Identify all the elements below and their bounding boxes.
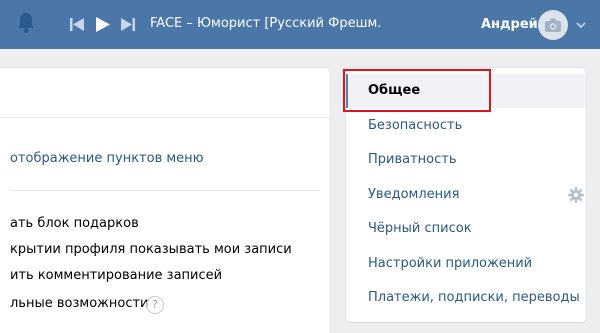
- option-special-features[interactable]: льные возможности: [10, 296, 149, 311]
- avatar[interactable]: [538, 10, 568, 40]
- play-icon[interactable]: [95, 17, 111, 32]
- nav-item-payments[interactable]: Платежи, подписки, переводы: [346, 281, 586, 315]
- highlight-frame: [343, 69, 491, 112]
- gear-icon[interactable]: [568, 187, 584, 203]
- nav-item-app-settings[interactable]: Настройки приложений: [346, 247, 586, 281]
- next-track-icon[interactable]: [121, 17, 135, 32]
- option-closed-profile-posts[interactable]: крытии профиля показывать мои записи: [10, 242, 292, 257]
- menu-display-link[interactable]: отображение пунктов меню: [10, 151, 204, 166]
- nav-item-privacy[interactable]: Приватность: [346, 143, 586, 177]
- camera-icon: [545, 18, 561, 32]
- nav-item-security[interactable]: Безопасность: [346, 109, 586, 143]
- chevron-down-icon[interactable]: [576, 21, 586, 29]
- divider: [10, 190, 320, 191]
- top-header: FACE – Юморист [Русский Фрешм... Андрей: [0, 0, 600, 49]
- nav-item-notifications[interactable]: Уведомления: [346, 178, 586, 212]
- option-disable-comments[interactable]: ить комментирование записей: [10, 268, 222, 283]
- settings-panel: [0, 68, 330, 333]
- help-icon[interactable]: ?: [146, 296, 164, 314]
- prev-track-icon[interactable]: [70, 17, 84, 32]
- user-name[interactable]: Андрей: [481, 17, 538, 32]
- option-gift-block[interactable]: ать блок подарков: [10, 216, 139, 231]
- track-title[interactable]: FACE – Юморист [Русский Фрешм...: [150, 16, 380, 31]
- nav-item-blacklist[interactable]: Чёрный список: [346, 212, 586, 246]
- bell-icon[interactable]: [16, 12, 36, 34]
- panel-header: [0, 68, 330, 118]
